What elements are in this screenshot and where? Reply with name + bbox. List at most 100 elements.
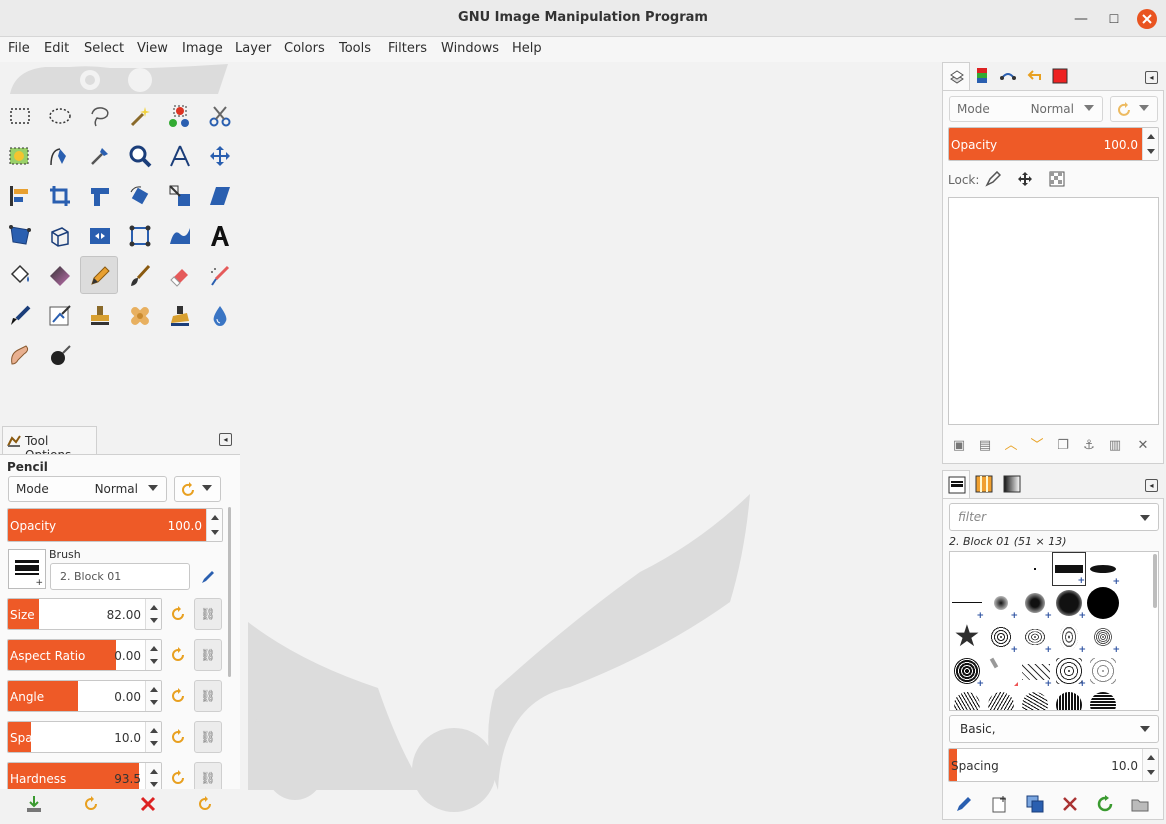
spacing-slider[interactable]: Spacing 10.0 xyxy=(7,721,162,753)
layers-list[interactable] xyxy=(948,197,1159,425)
pencil-tool[interactable] xyxy=(80,256,118,294)
rotate-tool[interactable] xyxy=(122,178,158,214)
brush-preview-button[interactable]: + xyxy=(8,549,46,589)
reset-hardness-icon[interactable] xyxy=(169,769,187,787)
dodge-burn-tool[interactable] xyxy=(42,338,78,374)
warp-transform-tool[interactable] xyxy=(162,218,198,254)
brush-preset-select[interactable]: Basic, xyxy=(949,715,1159,743)
lock-position-icon[interactable] xyxy=(1017,171,1033,187)
tab-brushes[interactable] xyxy=(942,470,970,498)
handle-transform-tool[interactable] xyxy=(122,218,158,254)
reset-options-icon[interactable] xyxy=(196,795,214,813)
edit-brush-icon[interactable] xyxy=(955,795,973,813)
move-tool[interactable] xyxy=(202,138,238,174)
maximize-button[interactable]: ☐ xyxy=(1103,8,1125,30)
new-layer-icon[interactable]: ▤ xyxy=(974,435,996,457)
tab-layers[interactable] xyxy=(942,62,970,90)
smudge-tool[interactable] xyxy=(2,338,38,374)
link-size-button[interactable]: ⛓ xyxy=(194,598,222,630)
menu-image[interactable]: Image xyxy=(182,41,223,56)
perspective-clone-tool[interactable] xyxy=(162,298,198,334)
mode-select[interactable]: Mode Normal xyxy=(8,476,167,502)
new-layer-group-icon[interactable]: ▣ xyxy=(948,435,970,457)
menu-view[interactable]: View xyxy=(137,41,168,56)
raise-layer-icon[interactable]: ︿ xyxy=(1000,435,1022,457)
brush-item[interactable] xyxy=(984,688,1018,710)
scale-tool[interactable] xyxy=(162,178,198,214)
link-spacing-button[interactable]: ⛓ xyxy=(194,721,222,753)
brush-item[interactable] xyxy=(1086,688,1120,710)
tab-tool-options[interactable]: Tool Options xyxy=(2,426,97,462)
merge-layer-icon[interactable]: ▥ xyxy=(1104,435,1126,457)
tab-paths[interactable] xyxy=(994,62,1022,90)
delete-layer-icon[interactable]: ✕ xyxy=(1132,435,1154,457)
menu-edit[interactable]: Edit xyxy=(44,41,69,56)
brush-spacing-spinner[interactable] xyxy=(1142,749,1158,781)
brush-item[interactable]: + xyxy=(984,586,1018,621)
scissors-select-tool[interactable] xyxy=(202,98,238,134)
clone-tool[interactable] xyxy=(82,298,118,334)
opacity-slider[interactable]: Opacity 100.0 xyxy=(7,508,223,542)
select-by-color-tool[interactable] xyxy=(162,98,198,134)
brush-item[interactable] xyxy=(1018,688,1052,710)
brush-item[interactable]: + xyxy=(950,654,984,689)
restore-preset-icon[interactable] xyxy=(82,795,100,813)
reset-size-icon[interactable] xyxy=(169,605,187,623)
eraser-tool[interactable] xyxy=(162,258,198,294)
brush-item[interactable]: + xyxy=(1052,654,1086,689)
angle-slider[interactable]: Angle 0.00 xyxy=(7,680,162,712)
aspect-ratio-spinner[interactable] xyxy=(145,640,161,670)
brush-item[interactable] xyxy=(1086,654,1120,688)
blur-sharpen-tool[interactable] xyxy=(202,298,238,334)
color-picker-tool[interactable] xyxy=(82,138,118,174)
tab-colors[interactable] xyxy=(1046,62,1074,90)
mode-reset-button[interactable] xyxy=(174,476,221,502)
brush-item[interactable]: + xyxy=(950,586,984,621)
dock-menu-icon[interactable]: ◂ xyxy=(219,433,232,446)
duplicate-brush-icon[interactable] xyxy=(1026,795,1044,813)
link-angle-button[interactable]: ⛓ xyxy=(194,680,222,712)
delete-preset-icon[interactable] xyxy=(139,795,157,813)
menu-layer[interactable]: Layer xyxy=(235,41,271,56)
rect-select-tool[interactable] xyxy=(2,98,38,134)
brush-spacing-slider[interactable]: Spacing 10.0 xyxy=(948,748,1159,782)
menu-select[interactable]: Select xyxy=(84,41,124,56)
brush-item[interactable] xyxy=(1052,688,1086,710)
new-brush-icon[interactable] xyxy=(990,795,1008,813)
brush-item[interactable]: ★ xyxy=(950,620,984,654)
menu-windows[interactable]: Windows xyxy=(441,41,499,56)
brush-item[interactable] xyxy=(1086,586,1120,620)
brush-item[interactable]: + xyxy=(1086,552,1120,587)
brush-item[interactable]: + xyxy=(1052,620,1086,655)
align-tool[interactable] xyxy=(2,178,38,214)
bucket-fill-tool[interactable] xyxy=(2,258,38,294)
free-select-tool[interactable] xyxy=(82,98,118,134)
duplicate-layer-icon[interactable]: ❐ xyxy=(1052,435,1074,457)
reset-spacing-icon[interactable] xyxy=(169,728,187,746)
reset-aspect-icon[interactable] xyxy=(169,646,187,664)
aspect-ratio-slider[interactable]: Aspect Ratio 0.00 xyxy=(7,639,162,671)
airbrush-tool[interactable] xyxy=(202,258,238,294)
heal-tool[interactable] xyxy=(122,298,158,334)
size-spinner[interactable] xyxy=(145,599,161,629)
minimize-button[interactable]: — xyxy=(1070,8,1092,30)
spacing-spinner[interactable] xyxy=(145,722,161,752)
layer-mode-reset-button[interactable] xyxy=(1110,96,1158,122)
save-preset-icon[interactable] xyxy=(25,795,43,813)
fuzzy-select-tool[interactable] xyxy=(122,98,158,134)
brush-item[interactable] xyxy=(984,654,1018,688)
close-button[interactable] xyxy=(1136,8,1158,30)
lock-pixels-icon[interactable] xyxy=(985,171,1001,187)
paintbrush-tool[interactable] xyxy=(122,258,158,294)
layer-mode-select[interactable]: Mode Normal xyxy=(949,96,1103,122)
size-slider[interactable]: Size 82.00 xyxy=(7,598,162,630)
layer-opacity-slider[interactable]: Opacity 100.0 xyxy=(948,127,1159,161)
shear-tool[interactable] xyxy=(202,178,238,214)
refresh-brushes-icon[interactable] xyxy=(1096,795,1114,813)
dock-menu-icon[interactable]: ◂ xyxy=(1145,71,1158,84)
brush-name-field[interactable]: 2. Block 01 xyxy=(50,563,190,590)
edit-brush-icon[interactable] xyxy=(200,569,216,585)
ellipse-select-tool[interactable] xyxy=(42,98,78,134)
brush-item-selected[interactable]: + xyxy=(1052,552,1086,586)
flip-tool[interactable] xyxy=(82,218,118,254)
